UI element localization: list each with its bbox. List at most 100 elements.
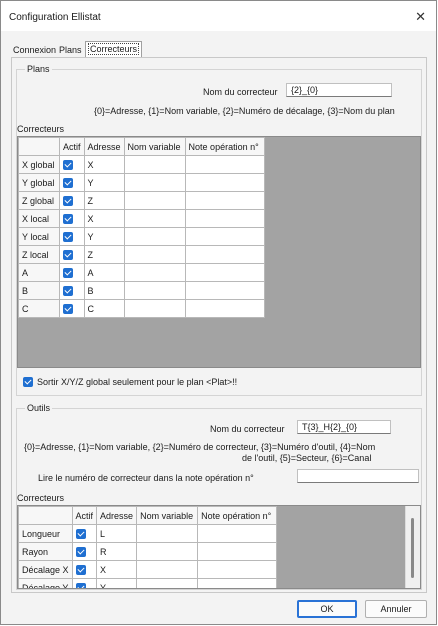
actif-cell[interactable]	[71, 542, 98, 561]
note-operation-cell[interactable]	[184, 299, 265, 318]
actif-cell[interactable]	[59, 209, 85, 228]
outils-header-row: Actif Adresse Nom variable Note opératio…	[18, 506, 278, 525]
adresse-cell[interactable]: Z	[83, 191, 125, 210]
note-operation-cell[interactable]	[184, 191, 265, 210]
col-header-adresse: Adresse	[83, 137, 125, 156]
tab-panel: Plans Nom du correcteur {2}_{0} {0}=Adre…	[11, 57, 427, 593]
actif-cell[interactable]	[59, 299, 85, 318]
adresse-cell[interactable]: Z	[83, 245, 125, 264]
adresse-cell[interactable]: Y	[83, 227, 125, 246]
adresse-cell[interactable]: R	[96, 542, 138, 561]
plans-legend: {0}=Adresse, {1}=Nom variable, {2}=Numér…	[94, 106, 395, 116]
cancel-button[interactable]: Annuler	[365, 600, 427, 618]
checkbox-checked-icon[interactable]	[63, 249, 73, 260]
plat-only-checkbox-label[interactable]: Sortir X/Y/Z global seulement pour le pl…	[37, 377, 237, 387]
actif-cell[interactable]	[71, 524, 98, 543]
nom-variable-cell[interactable]	[136, 560, 199, 579]
tab-correcteurs[interactable]: Correcteurs	[85, 41, 143, 58]
window-title: Configuration Ellistat	[9, 12, 101, 23]
close-icon[interactable]: ✕	[415, 9, 426, 25]
plans-name-input[interactable]: {2}_{0}	[286, 83, 392, 97]
table-row: Décalage Y Y	[18, 578, 278, 588]
dialog-window: Configuration Ellistat ✕ Connexion Plans…	[0, 0, 437, 625]
plans-group: Plans Nom du correcteur {2}_{0} {0}=Adre…	[16, 64, 422, 396]
tab-connexion[interactable]: Connexion	[11, 43, 58, 57]
plans-group-label: Plans	[25, 64, 52, 74]
note-operation-cell[interactable]	[184, 227, 265, 246]
checkbox-checked-icon[interactable]	[75, 582, 86, 588]
adresse-cell[interactable]: X	[83, 155, 125, 174]
actif-cell[interactable]	[59, 227, 85, 246]
note-operation-cell[interactable]	[184, 155, 265, 174]
checkbox-checked-icon[interactable]	[63, 177, 73, 188]
note-operation-cell[interactable]	[184, 245, 265, 264]
note-operation-cell[interactable]	[197, 578, 278, 588]
row-header: B	[18, 281, 60, 300]
actif-cell[interactable]	[59, 281, 85, 300]
table-row: Y local Y	[18, 227, 265, 246]
note-operation-cell[interactable]	[184, 173, 265, 192]
table-row: Z local Z	[18, 245, 265, 264]
table-row: X local X	[18, 209, 265, 228]
nom-variable-cell[interactable]	[136, 524, 199, 543]
scrollbar-thumb[interactable]	[411, 518, 414, 578]
outils-name-input[interactable]: T{3}_H{2}_{0}	[297, 420, 391, 434]
checkbox-checked-icon[interactable]	[63, 303, 73, 314]
adresse-cell[interactable]: X	[83, 209, 125, 228]
actif-cell[interactable]	[59, 245, 85, 264]
checkbox-checked-icon[interactable]	[63, 267, 73, 278]
nom-variable-cell[interactable]	[123, 173, 186, 192]
row-header: Longueur	[18, 524, 73, 543]
actif-cell[interactable]	[59, 191, 85, 210]
adresse-cell[interactable]: C	[83, 299, 125, 318]
note-operation-cell[interactable]	[197, 524, 278, 543]
actif-cell[interactable]	[71, 560, 98, 579]
checkbox-checked-icon[interactable]	[75, 564, 86, 575]
ok-button[interactable]: OK	[297, 600, 357, 618]
checkbox-checked-icon[interactable]	[63, 231, 73, 242]
actif-cell[interactable]	[59, 173, 85, 192]
adresse-cell[interactable]: X	[96, 560, 138, 579]
row-header: C	[18, 299, 60, 318]
nom-variable-cell[interactable]	[123, 245, 186, 264]
nom-variable-cell[interactable]	[136, 542, 199, 561]
nom-variable-cell[interactable]	[123, 263, 186, 282]
note-operation-cell[interactable]	[184, 209, 265, 228]
checkbox-checked-icon[interactable]	[63, 159, 73, 170]
nom-variable-cell[interactable]	[123, 155, 186, 174]
row-header: Décalage X	[18, 560, 73, 579]
outils-read-input[interactable]	[297, 469, 419, 483]
table-row: Z global Z	[18, 191, 265, 210]
nom-variable-cell[interactable]	[136, 578, 199, 588]
nom-variable-cell[interactable]	[123, 191, 186, 210]
adresse-cell[interactable]: B	[83, 281, 125, 300]
note-operation-cell[interactable]	[184, 263, 265, 282]
plat-only-checkbox[interactable]	[23, 377, 33, 387]
adresse-cell[interactable]: Y	[96, 578, 138, 588]
checkbox-checked-icon[interactable]	[75, 528, 86, 539]
row-header: Z local	[18, 245, 60, 264]
adresse-cell[interactable]: A	[83, 263, 125, 282]
note-operation-cell[interactable]	[197, 560, 278, 579]
nom-variable-cell[interactable]	[123, 281, 186, 300]
note-operation-cell[interactable]	[184, 281, 265, 300]
adresse-cell[interactable]: L	[96, 524, 138, 543]
adresse-cell[interactable]: Y	[83, 173, 125, 192]
checkbox-checked-icon[interactable]	[63, 213, 73, 224]
outils-correcteurs-label: Correcteurs	[17, 493, 65, 503]
nom-variable-cell[interactable]	[123, 209, 186, 228]
nom-variable-cell[interactable]	[123, 227, 186, 246]
checkbox-checked-icon[interactable]	[75, 546, 86, 557]
outils-grid-scrollbar[interactable]	[405, 506, 420, 588]
col-header-nom-variable: Nom variable	[136, 506, 199, 525]
nom-variable-cell[interactable]	[123, 299, 186, 318]
note-operation-cell[interactable]	[197, 542, 278, 561]
col-header-row-name	[18, 137, 60, 156]
actif-cell[interactable]	[71, 578, 98, 588]
actif-cell[interactable]	[59, 155, 85, 174]
actif-cell[interactable]	[59, 263, 85, 282]
row-header: X local	[18, 209, 60, 228]
checkbox-checked-icon[interactable]	[63, 285, 73, 296]
tab-plans[interactable]: Plans	[57, 43, 84, 57]
checkbox-checked-icon[interactable]	[63, 195, 73, 206]
